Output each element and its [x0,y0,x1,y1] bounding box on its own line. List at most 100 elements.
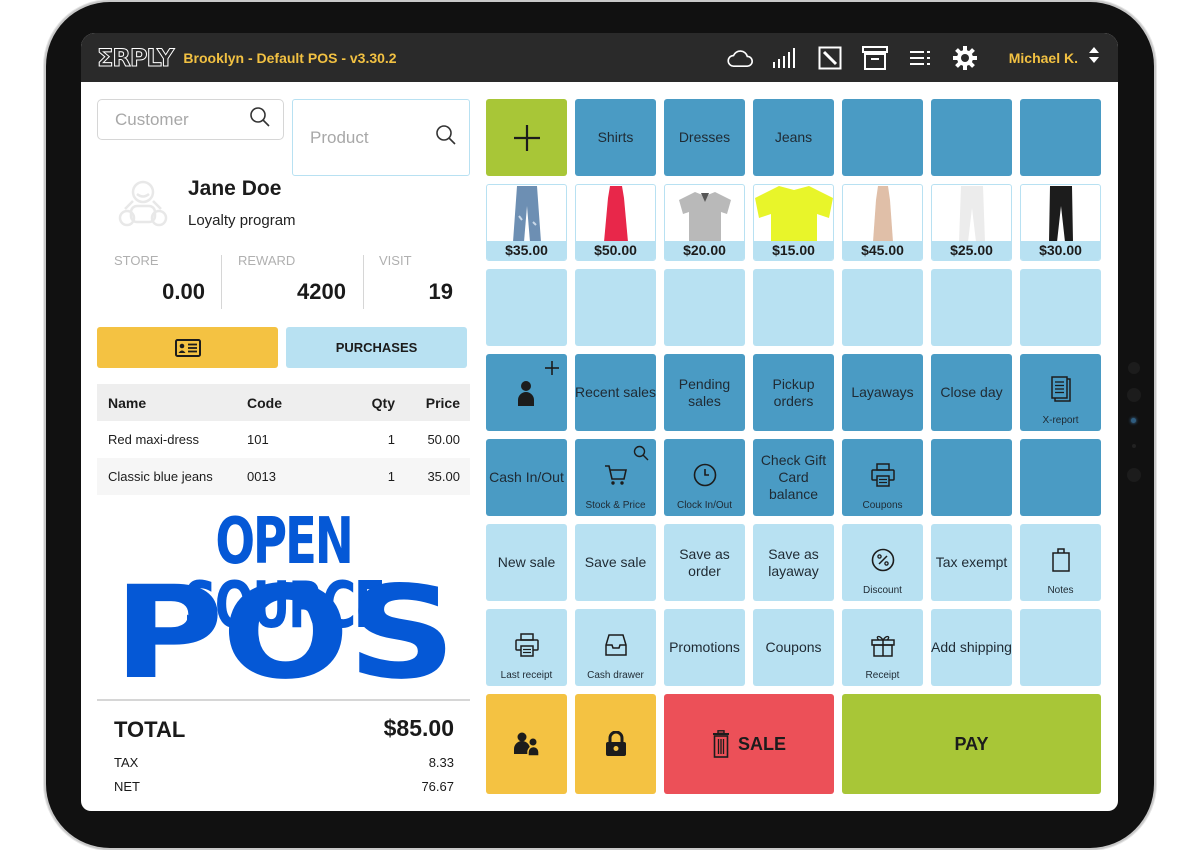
edit-icon[interactable] [817,45,843,71]
column-header[interactable]: Code [247,395,327,411]
category-jeans[interactable]: Jeans [753,99,834,176]
search-icon[interactable] [249,106,271,133]
coupons-button[interactable]: Coupons [753,609,834,686]
clock-icon [693,463,716,487]
stock-price-button[interactable]: Stock & Price [575,439,656,516]
inbox-icon [604,634,627,656]
add-category-button[interactable] [486,99,567,176]
product-search[interactable] [292,99,470,176]
stat-visit: VISIT 19 [379,251,453,309]
notes-button[interactable]: Notes [1020,524,1101,601]
save-as-order-button[interactable]: Save as order [664,524,745,601]
cloud-icon[interactable] [727,45,753,71]
product-tile-yellow-tshirt[interactable]: $15.00 [753,184,834,261]
discount-button[interactable]: Discount [842,524,923,601]
customers-button[interactable] [486,694,567,794]
empty-product-slot[interactable] [842,269,923,346]
search-icon[interactable] [435,124,457,151]
document-icon [1050,376,1071,402]
empty-product-slot[interactable] [486,269,567,346]
x-report-button[interactable]: X-report [1020,354,1101,431]
sort-arrows-icon[interactable] [1088,46,1100,69]
archive-icon[interactable] [861,45,888,71]
column-header[interactable]: Qty [327,395,395,411]
product-image [665,185,744,242]
add-customer-button[interactable] [486,354,567,431]
customer-card-button[interactable] [97,327,278,368]
empty-product-slot[interactable] [664,269,745,346]
new-sale-button[interactable]: New sale [486,524,567,601]
recent-sales-button[interactable]: Recent sales [575,354,656,431]
promo-banner: OPEN SOURCE POS [97,504,470,698]
empty-function-slot[interactable] [931,439,1012,516]
cash-in-out-button[interactable]: Cash In/Out [486,439,567,516]
printer-icon [514,633,539,657]
customer-search[interactable] [97,99,284,140]
clock-in-out-button[interactable]: Clock In/Out [664,439,745,516]
divider [363,255,364,309]
column-header[interactable]: Price [395,395,470,411]
camera-sensor [1127,388,1141,402]
category-empty[interactable] [1020,99,1101,176]
product-image [754,185,833,242]
x-report-label: X-report [1042,415,1079,426]
lock-button[interactable] [575,694,656,794]
product-tile-beige-dress[interactable]: $45.00 [842,184,923,261]
notes-label: Notes [1047,585,1074,596]
product-search-input[interactable] [310,127,435,148]
camera-sensor [1132,444,1136,448]
receipt-label: Receipt [865,670,900,681]
customer-search-input[interactable] [115,109,249,130]
last-receipt-button[interactable]: Last receipt [486,609,567,686]
empty-product-slot[interactable] [1020,269,1101,346]
table-row[interactable]: Red maxi-dress 101 1 50.00 [97,421,470,458]
layaways-button[interactable]: Layaways [842,354,923,431]
category-shirts[interactable]: Shirts [575,99,656,176]
gear-icon[interactable] [952,45,978,71]
coupons-print-button[interactable]: Coupons [842,439,923,516]
empty-product-slot[interactable] [753,269,834,346]
save-sale-button[interactable]: Save sale [575,524,656,601]
top-bar: ΣRPLY Brooklyn - Default POS - v3.30.2 M… [81,33,1118,82]
empty-function-slot[interactable] [1020,439,1101,516]
gift-receipt-button[interactable]: Receipt [842,609,923,686]
column-header[interactable]: Name [97,395,247,411]
purchases-button[interactable]: PURCHASES [286,327,467,368]
lock-icon [605,731,626,756]
category-empty[interactable] [931,99,1012,176]
pickup-orders-button[interactable]: Pickup orders [753,354,834,431]
check-gift-card-button[interactable]: Check Gift Card balance [753,439,834,516]
pay-button[interactable]: PAY [842,694,1101,794]
tax-exempt-button[interactable]: Tax exempt [931,524,1012,601]
cash-drawer-button[interactable]: Cash drawer [575,609,656,686]
table-row[interactable]: Classic blue jeans 0013 1 35.00 [97,458,470,495]
empty-product-slot[interactable] [575,269,656,346]
category-dresses[interactable]: Dresses [664,99,745,176]
product-tile-black-pants[interactable]: $30.00 [1020,184,1101,261]
close-day-button[interactable]: Close day [931,354,1012,431]
promotions-button[interactable]: Promotions [664,609,745,686]
user-menu[interactable]: Michael K. [1009,50,1078,66]
customer-name[interactable]: Jane Doe [188,177,281,201]
category-empty[interactable] [842,99,923,176]
plus-icon [545,361,559,375]
stat-value: 4200 [297,279,346,304]
empty-function-slot[interactable] [1020,609,1101,686]
product-tile-red-dress[interactable]: $50.00 [575,184,656,261]
tax-value: 8.33 [428,755,454,770]
product-tile-grey-polo[interactable]: $20.00 [664,184,745,261]
add-shipping-button[interactable]: Add shipping [931,609,1012,686]
signal-icon[interactable] [772,45,798,71]
product-tile-jeans[interactable]: $35.00 [486,184,567,261]
delete-sale-button[interactable]: SALE [664,694,834,794]
product-tile-white-pants[interactable]: $25.00 [931,184,1012,261]
banner-line-2: POS [113,559,456,708]
empty-product-slot[interactable] [931,269,1012,346]
product-price: $25.00 [932,241,1011,260]
list-icon[interactable] [907,45,933,71]
coupons-label: Coupons [862,500,903,511]
pending-sales-button[interactable]: Pending sales [664,354,745,431]
stock-price-label: Stock & Price [585,500,646,511]
item-qty: 1 [387,432,395,447]
save-as-layaway-button[interactable]: Save as layaway [753,524,834,601]
